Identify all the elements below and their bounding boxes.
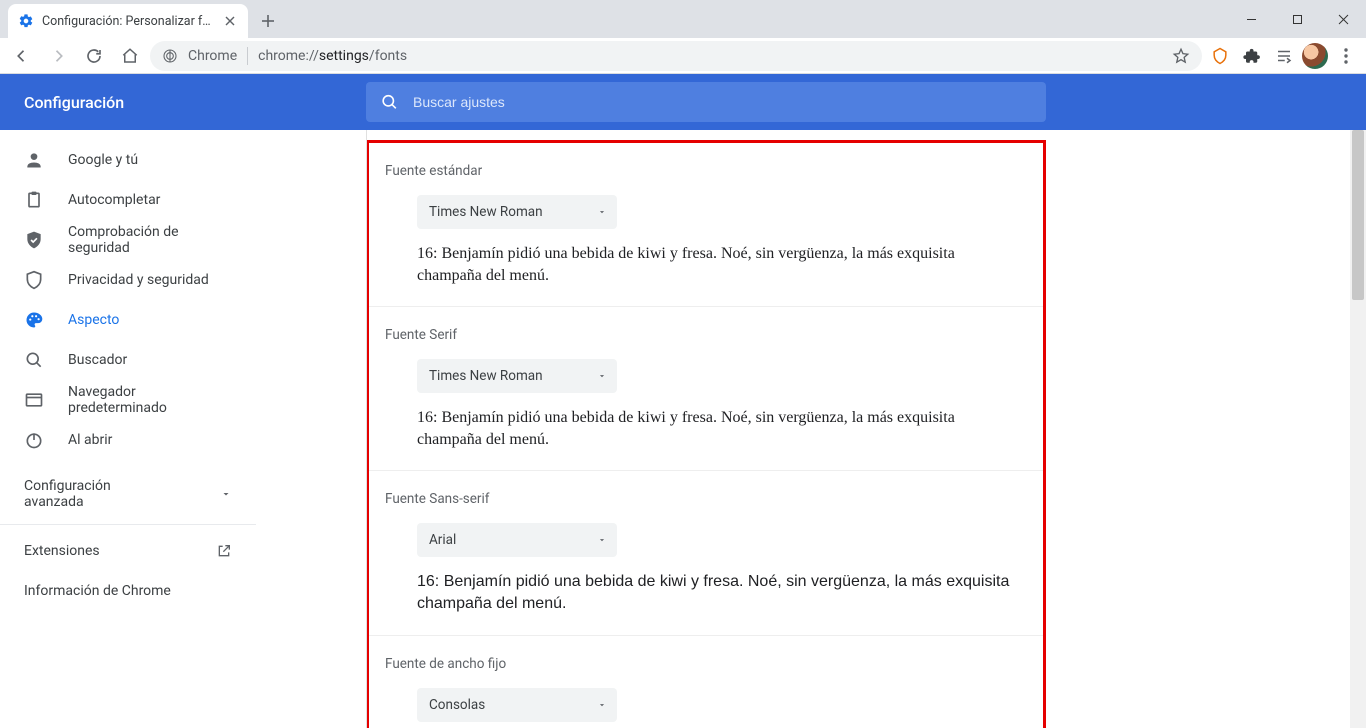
palette-icon: [24, 310, 44, 330]
url-part: chrome://: [258, 48, 319, 64]
site-info-icon[interactable]: [162, 48, 178, 64]
font-serif-section: Fuente Serif Times New Roman 16: Benjamí…: [369, 307, 1043, 471]
sidebar-label: Google y tú: [68, 152, 138, 168]
person-icon: [24, 150, 44, 170]
font-standard-dropdown[interactable]: Times New Roman: [417, 195, 617, 229]
browser-toolbar: Chrome chrome://settings/fonts: [0, 38, 1366, 74]
sidebar-label: Comprobación de seguridad: [68, 224, 232, 256]
chevron-down-icon: [597, 535, 607, 545]
window-titlebar: Configuración: Personalizar fuent: [0, 0, 1366, 38]
window-minimize-button[interactable]: [1228, 0, 1274, 38]
chevron-down-icon: [597, 700, 607, 710]
section-label: Fuente estándar: [385, 163, 1011, 179]
shield-icon: [24, 270, 44, 290]
tab-close-button[interactable]: [222, 13, 238, 29]
font-sample-text: 16: Benjamín pidió una bebida de kiwi y …: [417, 571, 1011, 614]
font-sans-dropdown[interactable]: Arial: [417, 523, 617, 557]
font-fixed-section: Fuente de ancho fijo Consolas: [369, 636, 1043, 728]
extension-brave-icon[interactable]: [1206, 42, 1234, 70]
sidebar-label: Aspecto: [68, 312, 119, 328]
scrollbar-thumb[interactable]: [1352, 130, 1364, 300]
sidebar-item-extensions[interactable]: Extensiones: [0, 531, 256, 571]
gear-icon: [18, 13, 34, 29]
home-button[interactable]: [114, 40, 146, 72]
separator: [247, 47, 248, 65]
sidebar-item-appearance[interactable]: Aspecto: [0, 300, 256, 340]
annotation-highlight: Fuente estándar Times New Roman 16: Benj…: [366, 140, 1046, 728]
window-controls: [1228, 0, 1366, 38]
bookmark-star-icon[interactable]: [1172, 47, 1190, 65]
section-label: Fuente Serif: [385, 327, 1011, 343]
sidebar-item-on-startup[interactable]: Al abrir: [0, 420, 256, 460]
nav-back-button[interactable]: [6, 40, 38, 72]
external-link-icon: [216, 543, 232, 559]
dropdown-value: Times New Roman: [429, 204, 543, 220]
section-label: Fuente Sans-serif: [385, 491, 1011, 507]
address-bar[interactable]: Chrome chrome://settings/fonts: [150, 41, 1202, 71]
power-icon: [24, 430, 44, 450]
sidebar-label: Al abrir: [68, 432, 112, 448]
browser-window-icon: [24, 390, 44, 410]
settings-search-box[interactable]: [366, 82, 1046, 122]
clipboard-icon: [24, 190, 44, 210]
sidebar-item-about[interactable]: Información de Chrome: [0, 571, 256, 611]
sidebar-label: Autocompletar: [68, 192, 160, 208]
sidebar-item-safety-check[interactable]: Comprobación de seguridad: [0, 220, 256, 260]
profile-avatar[interactable]: [1302, 43, 1328, 69]
font-sans-section: Fuente Sans-serif Arial 16: Benjamín pid…: [369, 471, 1043, 635]
advanced-label: Configuración avanzada: [24, 478, 122, 510]
sidebar-label: Navegador predeterminado: [68, 384, 232, 416]
nav-forward-button[interactable]: [42, 40, 74, 72]
url-part: settings: [319, 48, 369, 64]
font-standard-section: Fuente estándar Times New Roman 16: Benj…: [369, 143, 1043, 307]
shield-check-icon: [24, 230, 44, 250]
fonts-settings-panel: Fuente estándar Times New Roman 16: Benj…: [366, 130, 1046, 728]
sidebar-label: Buscador: [68, 352, 127, 368]
settings-header: Configuración: [0, 74, 1366, 130]
chevron-down-icon: [220, 488, 232, 500]
tab-title: Configuración: Personalizar fuent: [42, 14, 214, 29]
window-maximize-button[interactable]: [1274, 0, 1320, 38]
reload-button[interactable]: [78, 40, 110, 72]
font-sample-text: 16: Benjamín pidió una bebida de kiwi y …: [417, 407, 1011, 450]
sidebar-label: Privacidad y seguridad: [68, 272, 209, 288]
sidebar-item-autofill[interactable]: Autocompletar: [0, 180, 256, 220]
font-sample-text: 16: Benjamín pidió una bebida de kiwi y …: [417, 243, 1011, 286]
sidebar-item-default-browser[interactable]: Navegador predeterminado: [0, 380, 256, 420]
dropdown-value: Times New Roman: [429, 368, 543, 384]
url-part: /fonts: [369, 48, 407, 64]
browser-tab-active[interactable]: Configuración: Personalizar fuent: [8, 4, 248, 38]
kebab-menu-icon[interactable]: [1332, 42, 1360, 70]
dropdown-value: Consolas: [429, 697, 485, 713]
window-close-button[interactable]: [1320, 0, 1366, 38]
chevron-down-icon: [597, 207, 607, 217]
extensions-label: Extensiones: [24, 543, 100, 559]
settings-search-input[interactable]: [413, 94, 1032, 110]
font-fixed-dropdown[interactable]: Consolas: [417, 688, 617, 722]
chevron-down-icon: [597, 371, 607, 381]
separator: [0, 524, 256, 525]
dropdown-value: Arial: [429, 532, 456, 548]
reading-list-icon[interactable]: [1270, 42, 1298, 70]
page-scrollbar[interactable]: [1350, 130, 1366, 728]
sidebar-advanced-toggle[interactable]: Configuración avanzada: [0, 470, 256, 518]
section-label: Fuente de ancho fijo: [385, 656, 1011, 672]
sidebar-item-search-engine[interactable]: Buscador: [0, 340, 256, 380]
settings-title: Configuración: [0, 93, 310, 112]
url-scheme: Chrome: [188, 48, 237, 64]
vertical-divider: [366, 130, 367, 728]
font-serif-dropdown[interactable]: Times New Roman: [417, 359, 617, 393]
settings-sidebar: Google y tú Autocompletar Comprobación d…: [0, 130, 256, 728]
search-icon: [24, 350, 44, 370]
new-tab-button[interactable]: [254, 7, 282, 35]
search-icon: [380, 92, 399, 112]
sidebar-item-google[interactable]: Google y tú: [0, 140, 256, 180]
sidebar-item-privacy[interactable]: Privacidad y seguridad: [0, 260, 256, 300]
about-label: Información de Chrome: [24, 583, 171, 599]
extensions-puzzle-icon[interactable]: [1238, 42, 1266, 70]
